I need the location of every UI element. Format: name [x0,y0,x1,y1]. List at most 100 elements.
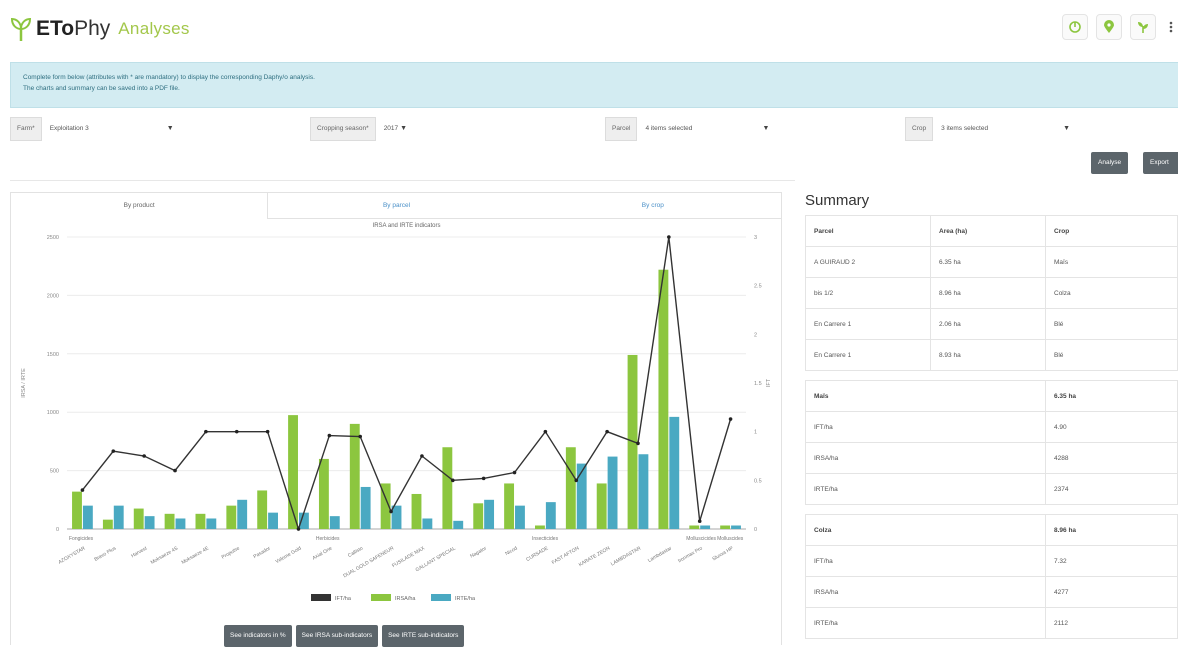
tab-by-crop[interactable]: By crop [524,193,781,219]
y-tick-label: 500 [50,469,59,475]
irte-bar [422,518,433,529]
farm-filter: Farm* Exploitation 3 ▼ [10,117,200,141]
indicator-buttons: See indicators in % See IRSA sub-indicat… [224,625,465,647]
parcel-row: En Carrere 1 2.06 ha Blé [805,308,1178,340]
tab-by-product[interactable]: By product [11,193,269,219]
irsa-bar [102,519,113,529]
parcel-value: 4 items selected [645,125,693,132]
x-tick-label: Pasador [252,545,271,560]
tab-by-parcel[interactable]: By parcel [268,193,525,219]
irte-bar [576,463,587,529]
x-tick-label: Bravo Plus [93,545,117,563]
summary-spacer [805,370,1178,381]
irsa-bar [473,503,484,529]
y2-tick-label: 3 [754,235,757,241]
indicator-name-cell: IFT/ha [805,411,1046,443]
ift-point [512,470,517,475]
group-label: Herbicides [316,536,340,542]
y-tick-label: 2500 [47,235,59,241]
legend-swatch [311,594,331,601]
y2-tick-label: 2 [754,332,757,338]
indicator-value-cell: 2374 [1045,473,1178,505]
irte-bar [545,502,556,529]
farm-select[interactable]: Exploitation 3 ▼ [42,117,182,141]
parcel-crop-cell: Colza [1045,277,1178,309]
parcel-crop-cell: Blé [1045,339,1178,371]
parcel-area-cell: 8.96 ha [930,277,1046,309]
top-bar: ETo Phy Analyses [0,0,1178,55]
irte-bar [515,505,525,529]
filter-bar: Farm* Exploitation 3 ▼ Cropping season* … [0,117,1178,143]
season-filter: Cropping season* 2017 ▼ [310,117,470,141]
chart-icon[interactable] [1062,14,1088,40]
ift-point [142,454,146,458]
ift-point [173,468,177,473]
divider [10,180,795,181]
x-tick-label: AZOXYSTAR [58,545,87,565]
group-label: Molluscicides [686,536,716,542]
irsa-bar [535,525,545,529]
plant-icon[interactable] [1130,14,1156,40]
y2-tick-label: 0.5 [754,478,762,484]
indicator-value-cell: 7.32 [1045,545,1178,577]
app-logo[interactable]: ETo Phy Analyses [10,14,190,44]
ift-point [636,441,640,446]
legend-swatch [431,594,451,601]
irte-bar [206,518,217,529]
map-pin-icon[interactable] [1096,14,1122,40]
irsa-bar [504,483,515,529]
season-label: Cropping season* [310,117,376,141]
x-tick-label: Axial One [312,545,334,561]
info-banner: Complete form below (attributes with * a… [10,62,1178,108]
parcel-area-cell: 6.35 ha [930,246,1046,278]
irsa-bar [349,423,360,529]
brand-name-thin: Phy [74,17,111,40]
x-tick-label: Sluxxa HP [711,545,735,562]
ift-point [420,454,424,458]
irsa-sub-indicators-button[interactable]: See IRSA sub-indicators [295,625,379,647]
crop-area-cell: 8.96 ha [1045,514,1178,546]
season-select[interactable]: 2017 ▼ [376,117,415,141]
x-tick-label: Ironmax Pro [677,545,704,564]
chart-panel: By product By parcel By crop IRSA and IR… [10,192,782,645]
irte-bar [175,518,186,529]
indicator-value-cell: 4288 [1045,442,1178,474]
irte-sub-indicators-button[interactable]: See IRTE sub-indicators [382,625,465,647]
irsa-bar [133,508,144,529]
parcel-select[interactable]: 4 items selected ▼ [637,117,777,141]
ift-point [728,417,733,421]
crop-indicator-row: IRTE/ha 2112 [805,607,1178,639]
crop-indicator-row: IRSA/ha 4277 [805,576,1178,608]
irsa-bar [257,490,268,529]
crop-select[interactable]: 3 items selected ▼ [933,117,1078,141]
ift-point [574,478,579,483]
indicators-percent-button[interactable]: See indicators in % [224,625,292,647]
irte-bar [237,499,248,529]
indicator-name-cell: IRSA/ha [805,442,1046,474]
irte-bar [144,516,155,529]
ift-point [265,429,270,434]
crop-indicator-row: IRTE/ha 2374 [805,473,1178,505]
irsa-bar [442,447,453,529]
crop-name-cell: Maïs [805,380,1046,412]
parcel-name-cell: A GUIRAUD 2 [805,246,931,278]
brand-subtitle: Analyses [118,19,190,38]
irsa-irte-chart: IRSA and IRTE indicators 0 500 1000 1500 2000… [21,223,772,602]
analyse-button[interactable]: Analyse [1091,152,1129,174]
more-icon[interactable] [1164,14,1178,40]
summary-table: Parcel Area (ha) Crop A GUIRAUD 2 6.35 ha… [805,215,1178,639]
irte-bar [360,486,371,529]
ift-point [204,429,208,434]
chart-title: IRSA and IRTE indicators [373,223,441,229]
y-tick-label: 1000 [47,410,59,416]
y2-tick-label: 1.5 [754,381,762,387]
parcel-crop-cell: Maïs [1045,246,1178,278]
ift-point [697,519,702,524]
indicator-name-cell: IRTE/ha [805,473,1046,505]
farm-label: Farm* [10,117,42,141]
export-button[interactable]: Export [1143,152,1178,174]
crop-name-cell: Colza [805,514,1046,546]
legend-label: IRSA/ha [395,596,416,602]
caret-down-icon: ▼ [166,125,174,132]
irsa-bar [658,269,669,529]
